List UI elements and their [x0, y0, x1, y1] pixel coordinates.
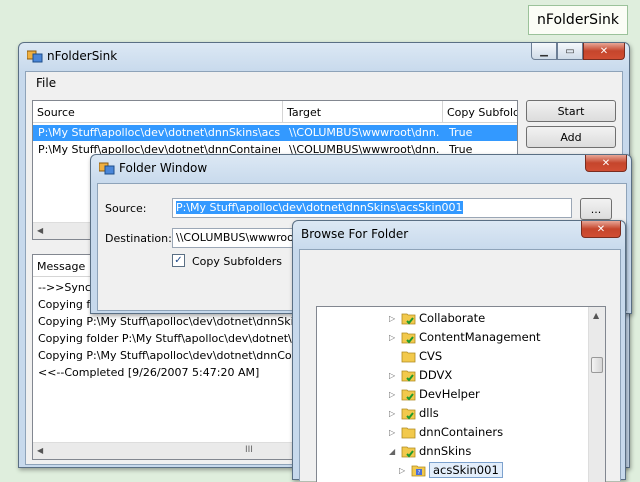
checkbox-check-icon: ✓ [174, 255, 183, 266]
tree-item-label: dnnContainers [419, 425, 504, 439]
source-input-value: P:\My Stuff\apolloc\dev\dotnet\dnnSkins\… [176, 201, 463, 214]
minimize-icon: ▁ [540, 45, 548, 57]
menu-file[interactable]: File [36, 76, 56, 90]
tree-expander-icon[interactable]: ▷ [399, 466, 405, 475]
folder-icon [401, 408, 416, 420]
scroll-grip[interactable]: III [245, 445, 253, 455]
browse-for-folder-dialog: Browse For Folder ✕ ▷ Collaborate ▷ Content… [292, 220, 626, 482]
scroll-up-icon[interactable]: ▲ [593, 311, 599, 320]
maximize-icon: ▭ [565, 45, 575, 57]
tree-item[interactable]: ▷ DevHelper [317, 385, 587, 404]
badge-label: nFolderSink [537, 12, 619, 28]
tree-item-label: CVS [419, 349, 443, 363]
add-button[interactable]: Add [526, 126, 616, 148]
folder-window-titlebar[interactable]: Folder Window ✕ [91, 155, 631, 181]
tree-item[interactable]: ▷ ContentManagement [317, 328, 587, 347]
row-target: \\COLUMBUS\wwwroot\dnn... [289, 126, 439, 139]
browse-dialog-title: Browse For Folder [301, 227, 409, 241]
main-window-title: nFolderSink [47, 49, 118, 63]
tree-item[interactable]: ▷? acsSkin001 [317, 461, 587, 480]
folder-tree-vscroll[interactable]: ▲ [588, 307, 605, 482]
close-icon: ✕ [601, 157, 611, 169]
folder-icon [401, 427, 416, 439]
tree-expander-icon[interactable]: ▷ [389, 333, 395, 342]
tree-expander-icon[interactable]: ▷ [389, 409, 395, 418]
list-item: Copying P:\My Stuff\apolloc\dev\dotnet\d… [38, 349, 327, 362]
list-item: Copying P:\My Stuff\apolloc\dev\dotnet\d… [38, 315, 329, 328]
app-window-icon [99, 162, 115, 175]
menu-bar: File [26, 72, 622, 94]
browse-dialog-client: ▷ Collaborate ▷ ContentManagement CVS ▷ DDVX ▷ D… [299, 249, 621, 482]
browse-dialog-close-button[interactable]: ✕ [581, 221, 621, 238]
tree-item[interactable]: CVS [317, 347, 587, 366]
source-label: Source: [105, 202, 147, 215]
tree-item[interactable]: ▷ DDVX [317, 366, 587, 385]
col-copy-subfolders[interactable]: Copy Subfolde [443, 101, 517, 123]
main-titlebar[interactable]: nFolderSink ▁ ▭ ✕ [19, 43, 629, 69]
row-copy: True [449, 126, 473, 139]
maximize-button[interactable]: ▭ [557, 43, 583, 60]
folder-window-close-button[interactable]: ✕ [585, 155, 627, 172]
tree-expander-icon[interactable]: ▷ [389, 314, 395, 323]
destination-input[interactable]: \\COLUMBUS\wwwroot\ [172, 228, 302, 248]
copy-subfolders-checkbox[interactable]: ✓ [172, 254, 185, 267]
app-name-badge: nFolderSink [528, 5, 628, 35]
tree-expander-icon[interactable]: ◢ [389, 447, 395, 456]
list-item: <<--Completed [9/26/2007 5:47:20 AM] [38, 366, 260, 379]
tree-item-label: ContentManagement [419, 330, 541, 344]
col-target[interactable]: Target [283, 101, 443, 123]
close-button[interactable]: ✕ [583, 43, 625, 60]
row-source: P:\My Stuff\apolloc\dev\dotnet\dnnSkins\… [38, 126, 280, 139]
close-icon: ✕ [596, 223, 606, 235]
folder-icon [401, 332, 416, 344]
tree-expander-icon[interactable]: ▷ [389, 390, 395, 399]
destination-label: Destination: [105, 232, 172, 245]
folder-window-title: Folder Window [119, 161, 208, 175]
tree-expander-icon[interactable]: ▷ [389, 371, 395, 380]
folder-icon [401, 313, 416, 325]
folder-icon [401, 446, 416, 458]
app-window-icon [27, 50, 43, 63]
tree-item-label: Collaborate [419, 311, 486, 325]
minimize-button[interactable]: ▁ [531, 43, 557, 60]
svg-text:?: ? [418, 470, 421, 476]
tree-item-label: dlls [419, 406, 439, 420]
scroll-left-icon[interactable]: ◀ [37, 446, 43, 455]
browse-button[interactable]: ... [580, 198, 612, 220]
scroll-thumb[interactable] [591, 357, 603, 373]
tree-item[interactable]: ▷ dlls [317, 404, 587, 423]
col-source[interactable]: Source [33, 101, 283, 123]
tree-item-label: acsSkin001 [429, 462, 503, 478]
folder-icon [401, 389, 416, 401]
copy-subfolders-label[interactable]: Copy Subfolders [192, 255, 282, 268]
destination-input-value: \\COLUMBUS\wwwroot\ [176, 231, 302, 244]
folder-tree[interactable]: ▷ Collaborate ▷ ContentManagement CVS ▷ DDVX ▷ D… [316, 306, 606, 482]
start-button[interactable]: Start [526, 100, 616, 122]
tree-item-label: DDVX [419, 368, 453, 382]
tree-item-label: dnnSkins [419, 444, 472, 458]
tree-item-label: DevHelper [419, 387, 480, 401]
table-row[interactable]: P:\My Stuff\apolloc\dev\dotnet\dnnSkins\… [33, 125, 517, 141]
source-input[interactable]: P:\My Stuff\apolloc\dev\dotnet\dnnSkins\… [172, 198, 572, 218]
list-item: Copying folder P:\My Stuff\apolloc\dev\d… [38, 332, 328, 345]
tree-item[interactable]: ▷ dnnContainers [317, 423, 587, 442]
tree-item[interactable]: ◢ dnnSkins [317, 442, 587, 461]
tree-item[interactable]: ▷ Collaborate [317, 309, 587, 328]
folder-icon [401, 370, 416, 382]
folder-icon [401, 351, 416, 363]
scroll-left-icon[interactable]: ◀ [37, 226, 43, 235]
browse-dialog-titlebar[interactable]: Browse For Folder ✕ [293, 221, 625, 247]
close-icon: ✕ [599, 45, 609, 57]
folder-icon: ? [411, 465, 426, 477]
tree-expander-icon[interactable]: ▷ [389, 428, 395, 437]
